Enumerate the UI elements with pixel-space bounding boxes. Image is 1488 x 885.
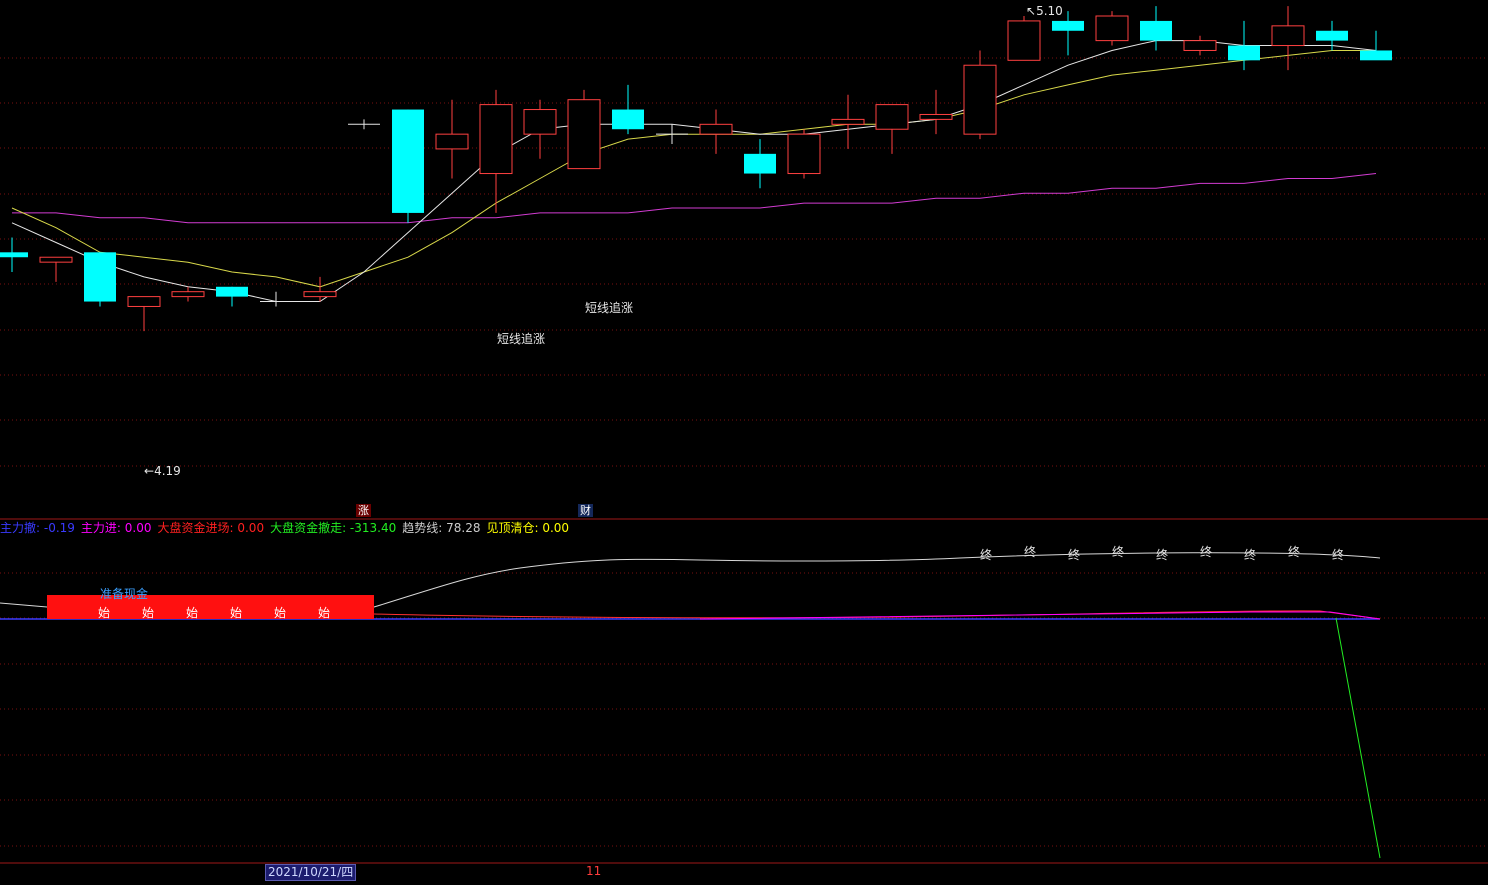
start-mark: 始 [142,606,155,620]
signal-label: 短线追涨 [497,332,546,346]
end-mark: 终 [1112,545,1125,559]
candle-body [744,153,776,174]
end-mark: 终 [1200,545,1213,559]
kline-chart-svg [0,6,1488,864]
low-price-marker: ←4.19 [144,464,181,478]
candle-body [1140,20,1172,41]
high-price-marker: ↖5.10 [1026,4,1063,18]
candle-body [1007,20,1041,61]
end-mark: 终 [1244,548,1257,562]
candle-body [127,296,161,307]
ma-line-yellow [11,50,1376,288]
candle-body [1095,15,1129,42]
legend-entry: 主力进: 0.00 [80,521,152,535]
candle-body [523,109,557,135]
start-mark: 始 [274,606,287,620]
candle-body [787,133,821,175]
start-mark: 始 [230,606,243,620]
ma-line-magenta [12,173,1377,224]
end-mark: 终 [1156,548,1169,562]
candle-body [0,252,28,258]
end-mark: 终 [1332,548,1345,562]
candle-body [392,109,424,213]
candle-body [479,104,513,175]
end-mark: 终 [980,548,993,562]
candle-body [84,252,116,302]
month-axis-label: 11 [586,864,602,878]
candle-body [831,118,865,125]
ma-line-white [11,40,1377,302]
legend-entry: 大盘资金撤走: -313.40 [270,521,397,535]
end-mark: 终 [1068,548,1081,562]
candle-body [699,123,733,135]
signal-label: 短线追涨 [585,301,634,315]
candle-body [875,104,909,130]
candle-body [1360,50,1392,61]
indicator-legend: 主力撤: -0.19 主力进: 0.00 大盘资金进场: 0.00 大盘资金撤走: -… [0,519,575,536]
legend-entry: 主力撤: -0.19 [0,521,75,535]
end-mark: 终 [1024,545,1037,559]
candle-body [435,133,469,150]
candle-body [963,64,997,135]
candle-body [1228,45,1260,61]
candle-body [1183,40,1217,51]
date-axis-label: 2021/10/21/四 [265,864,357,881]
cai-tag: 财 [578,504,593,517]
legend-entry: 趋势线: 78.28 [402,521,481,535]
capital-withdraw-line [1335,617,1381,859]
candle-body [171,291,205,298]
zhang-tag: 涨 [356,504,371,517]
candle-body [303,291,337,298]
legend-entry: 大盘资金进场: 0.00 [157,521,265,535]
candle-body [216,286,248,297]
candle-body [612,109,644,130]
start-mark: 始 [98,606,111,620]
candle-body [919,113,953,120]
legend-entry: 见顶清仓: 0.00 [486,521,570,535]
candle-body [1052,20,1084,31]
start-mark: 始 [318,606,331,620]
end-mark: 终 [1288,545,1301,559]
candle-body [1271,25,1305,47]
candle-body [1316,30,1348,41]
candle-body [39,256,73,263]
prepare-cash-label: 准备现金 [100,587,149,601]
start-mark: 始 [186,606,199,620]
candle-body [567,99,601,170]
